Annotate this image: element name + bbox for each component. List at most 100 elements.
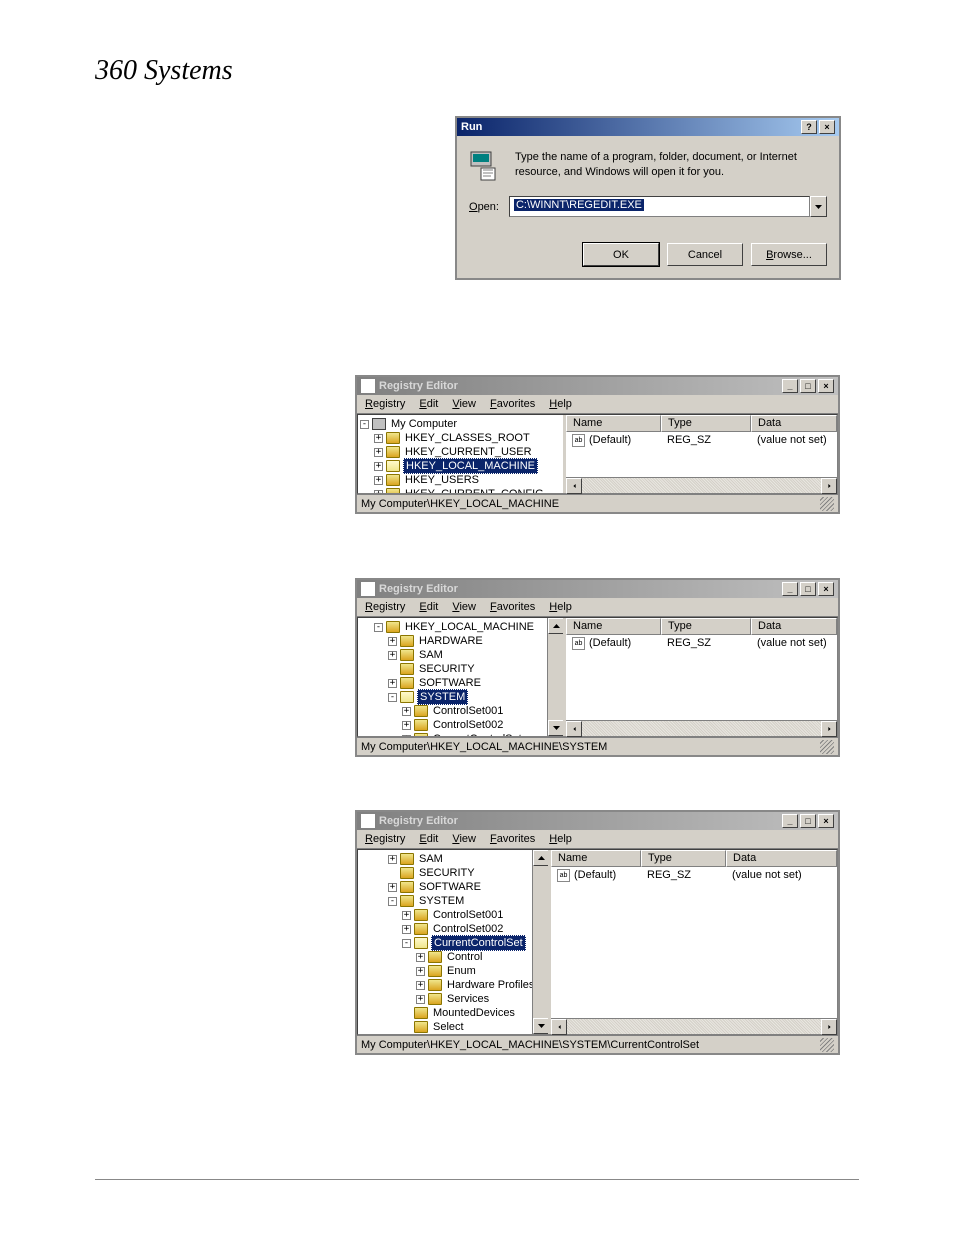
expander[interactable]: + [416, 953, 425, 962]
expander[interactable]: + [416, 981, 425, 990]
scroll-down-button[interactable] [533, 1018, 548, 1034]
tree-item[interactable]: CurrentControlSet [431, 732, 524, 736]
regedit3-titlebar[interactable]: Registry Editor _ □ × [357, 812, 838, 830]
tree-item[interactable]: ControlSet002 [431, 718, 505, 732]
tree-item[interactable]: ControlSet001 [431, 704, 505, 718]
ok-button[interactable]: OK [583, 243, 659, 266]
regedit2-titlebar[interactable]: Registry Editor _ □ × [357, 580, 838, 598]
run-titlebar[interactable]: Run ? × [457, 118, 839, 136]
tree-item-selected[interactable]: HKEY_LOCAL_MACHINE [403, 458, 538, 474]
tree-item[interactable]: SOFTWARE [417, 676, 483, 690]
scroll-right-button[interactable] [821, 478, 837, 494]
regedit2-tree[interactable]: - HKEY_LOCAL_MACHINE + HARDWARE + SAM SECUR… [358, 618, 563, 736]
scroll-right-button[interactable] [821, 721, 837, 737]
col-name[interactable]: Name [566, 415, 661, 432]
tree-item[interactable]: HKEY_CLASSES_ROOT [403, 431, 532, 445]
col-data[interactable]: Data [726, 850, 837, 867]
tree-item[interactable]: ControlSet001 [431, 908, 505, 922]
open-dropdown-button[interactable] [810, 196, 827, 217]
minimize-button[interactable]: _ [782, 814, 798, 828]
scroll-up-button[interactable] [548, 618, 563, 634]
cancel-button[interactable]: Cancel [667, 243, 743, 266]
menu-view[interactable]: View [446, 831, 482, 847]
tree-item-selected[interactable]: SYSTEM [417, 689, 468, 705]
tree-item[interactable]: ControlSet002 [431, 922, 505, 936]
browse-button[interactable]: Browse... [751, 243, 827, 266]
scroll-left-button[interactable] [566, 478, 582, 494]
menu-view[interactable]: View [446, 599, 482, 615]
expander[interactable]: + [388, 679, 397, 688]
resize-grip[interactable] [820, 740, 834, 754]
close-button[interactable]: × [818, 379, 834, 393]
menu-favorites[interactable]: Favorites [484, 831, 541, 847]
tree-root[interactable]: My Computer [389, 417, 459, 431]
horizontal-scrollbar[interactable] [566, 477, 837, 493]
col-type[interactable]: Type [661, 618, 751, 635]
expander[interactable]: - [388, 693, 397, 702]
tree-item[interactable]: HARDWARE [417, 634, 485, 648]
vertical-scrollbar[interactable] [532, 850, 548, 1034]
col-name[interactable]: Name [566, 618, 661, 635]
expander[interactable]: + [402, 735, 411, 737]
maximize-button[interactable]: □ [800, 582, 816, 596]
expander[interactable]: + [416, 967, 425, 976]
expander[interactable]: - [360, 420, 369, 429]
tree-item[interactable]: HKEY_CURRENT_USER [403, 445, 534, 459]
expander[interactable]: - [402, 939, 411, 948]
menu-favorites[interactable]: Favorites [484, 396, 541, 412]
menu-registry[interactable]: Registry [359, 831, 411, 847]
tree-item[interactable]: Services [445, 992, 491, 1006]
tree-item[interactable]: Enum [445, 964, 478, 978]
close-button[interactable]: × [819, 120, 835, 134]
scroll-right-button[interactable] [821, 1019, 837, 1035]
list-row[interactable]: ab(Default) REG_SZ (value not set) [551, 867, 837, 883]
menu-edit[interactable]: Edit [413, 599, 444, 615]
resize-grip[interactable] [820, 1038, 834, 1052]
resize-grip[interactable] [820, 497, 834, 511]
expander[interactable]: + [374, 434, 383, 443]
tree-item[interactable]: HKEY_USERS [403, 473, 481, 487]
col-data[interactable]: Data [751, 618, 837, 635]
open-combobox[interactable]: C:\WINNT\REGEDIT.EXE [509, 196, 827, 217]
scroll-down-button[interactable] [548, 720, 563, 736]
menu-favorites[interactable]: Favorites [484, 599, 541, 615]
expander[interactable]: + [374, 448, 383, 457]
minimize-button[interactable]: _ [782, 582, 798, 596]
tree-item[interactable]: SAM [417, 648, 445, 662]
tree-item[interactable]: MountedDevices [431, 1006, 517, 1020]
tree-item[interactable]: SYSTEM [417, 894, 466, 908]
expander[interactable]: + [402, 707, 411, 716]
close-button[interactable]: × [818, 582, 834, 596]
regedit1-tree[interactable]: - My Computer + HKEY_CLASSES_ROOT + HKEY_CU… [358, 415, 563, 493]
col-name[interactable]: Name [551, 850, 641, 867]
expander[interactable]: - [388, 897, 397, 906]
maximize-button[interactable]: □ [800, 814, 816, 828]
tree-item[interactable]: HKEY_CURRENT_CONFIG [403, 487, 546, 493]
expander[interactable]: + [374, 462, 383, 471]
expander[interactable]: + [388, 651, 397, 660]
col-data[interactable]: Data [751, 415, 837, 432]
minimize-button[interactable]: _ [782, 379, 798, 393]
expander[interactable]: + [388, 855, 397, 864]
tree-item[interactable]: HKEY_LOCAL_MACHINE [403, 620, 536, 634]
expander[interactable]: + [402, 925, 411, 934]
tree-item[interactable]: SECURITY [417, 662, 477, 676]
tree-item[interactable]: Hardware Profiles [445, 978, 536, 992]
menu-help[interactable]: Help [543, 599, 578, 615]
close-button[interactable]: × [818, 814, 834, 828]
col-type[interactable]: Type [661, 415, 751, 432]
menu-edit[interactable]: Edit [413, 831, 444, 847]
expander[interactable]: + [416, 995, 425, 1004]
help-button[interactable]: ? [801, 120, 817, 134]
expander[interactable]: + [402, 911, 411, 920]
tree-item[interactable]: Control [445, 950, 484, 964]
expander[interactable]: + [388, 637, 397, 646]
maximize-button[interactable]: □ [800, 379, 816, 393]
regedit3-tree[interactable]: +SAM SECURITY +SOFTWARE -SYSTEM +Control… [358, 850, 548, 1034]
list-row[interactable]: ab(Default) REG_SZ (value not set) [566, 635, 837, 651]
menu-edit[interactable]: Edit [413, 396, 444, 412]
expander[interactable]: - [374, 623, 383, 632]
expander[interactable]: + [374, 490, 383, 494]
expander[interactable]: + [374, 476, 383, 485]
tree-item[interactable]: SOFTWARE [417, 880, 483, 894]
